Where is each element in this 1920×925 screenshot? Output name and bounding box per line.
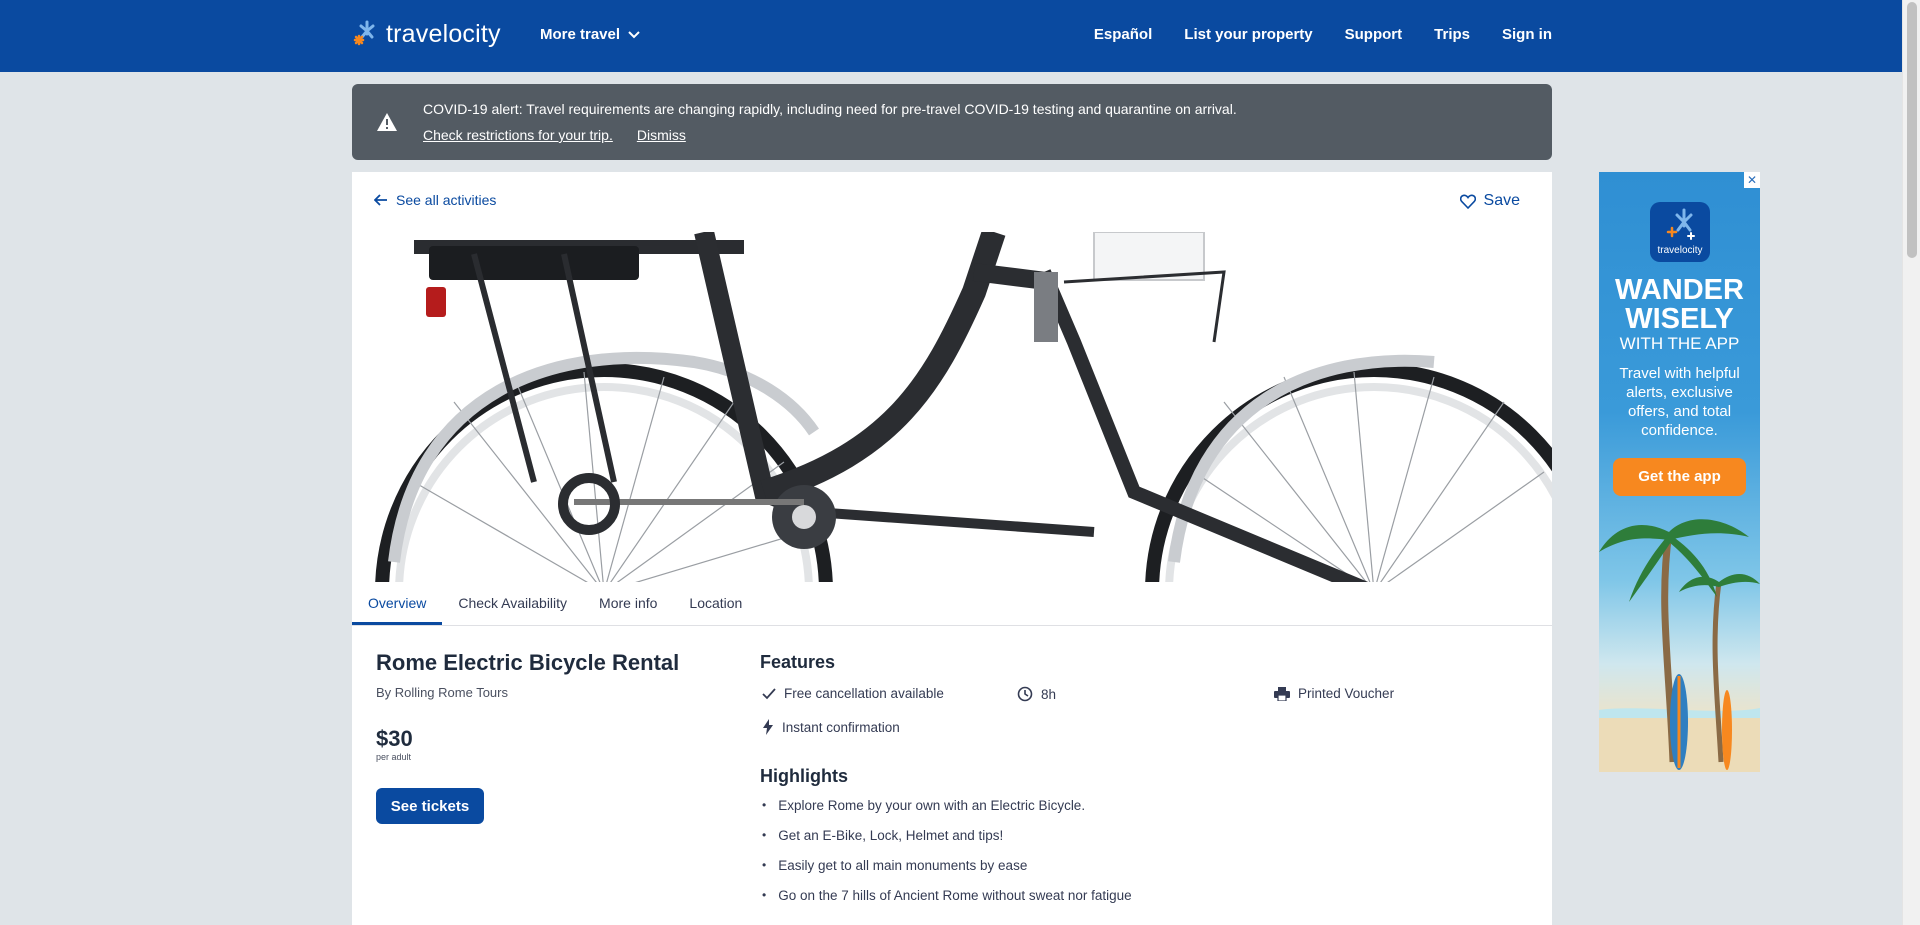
activity-title: Rome Electric Bicycle Rental xyxy=(376,650,680,675)
feature-label: Printed Voucher xyxy=(1298,686,1395,701)
covid-alert-banner: COVID-19 alert: Travel requirements are … xyxy=(352,84,1552,160)
nav-sign-in[interactable]: Sign in xyxy=(1502,26,1552,43)
chevron-down-icon xyxy=(628,30,640,38)
logo-text: travelocity xyxy=(386,19,501,48)
logo-star-icon xyxy=(353,20,375,46)
nav-espanol[interactable]: Español xyxy=(1094,26,1152,43)
dismiss-link[interactable]: Dismiss xyxy=(637,127,686,143)
more-travel-menu[interactable]: More travel xyxy=(540,26,640,43)
nav-list-your-property[interactable]: List your property xyxy=(1184,26,1312,43)
highlight-item: Explore Rome by your own with an Electri… xyxy=(762,798,1132,828)
activity-tabs: Overview Check Availability More info Lo… xyxy=(352,582,1552,626)
arrow-left-icon xyxy=(374,194,387,206)
covid-alert-links: Check restrictions for your trip. Dismis… xyxy=(423,127,686,143)
ad-app-logo: travelocity xyxy=(1650,202,1710,262)
save-label: Save xyxy=(1483,192,1520,209)
check-restrictions-link[interactable]: Check restrictions for your trip. xyxy=(423,127,613,143)
lightning-icon xyxy=(763,719,773,735)
get-the-app-button[interactable]: Get the app xyxy=(1613,458,1746,496)
header-nav: Español List your property Support Trips… xyxy=(1094,26,1552,43)
scrollbar-thumb[interactable] xyxy=(1907,2,1917,258)
feature-label: Instant confirmation xyxy=(782,719,900,735)
heart-icon xyxy=(1459,194,1476,209)
price-unit: per adult xyxy=(376,752,412,762)
activity-price: $30 xyxy=(376,726,413,751)
see-tickets-button[interactable]: See tickets xyxy=(376,788,484,824)
page-scrollbar[interactable] xyxy=(1902,0,1920,925)
tab-more-info[interactable]: More info xyxy=(583,582,673,625)
tab-check-availability[interactable]: Check Availability xyxy=(442,582,583,625)
activity-provider: By Rolling Rome Tours xyxy=(376,685,508,700)
logo-star-icon xyxy=(1666,208,1695,240)
check-icon xyxy=(762,687,776,699)
see-all-activities-link[interactable]: See all activities xyxy=(374,192,496,208)
highlight-item: Go on the 7 hills of Ancient Rome withou… xyxy=(762,888,1131,918)
tab-overview[interactable]: Overview xyxy=(352,582,443,625)
tab-location[interactable]: Location xyxy=(673,582,758,625)
feature-free-cancellation: Free cancellation available xyxy=(762,686,944,701)
features-heading: Features xyxy=(760,652,836,672)
warning-icon xyxy=(377,113,397,131)
top-header: travelocity More travel Español List you… xyxy=(0,0,1902,72)
nav-support[interactable]: Support xyxy=(1345,26,1403,43)
ad-logo-text: travelocity xyxy=(1657,245,1703,256)
save-button[interactable]: Save xyxy=(1459,192,1520,210)
more-travel-label: More travel xyxy=(540,26,621,43)
ad-headline: WANDER WISELY xyxy=(1615,274,1744,335)
feature-label: 8h xyxy=(1041,686,1057,702)
feature-duration: 8h xyxy=(1017,686,1056,702)
activity-card: See all activities Save Overview Check A… xyxy=(352,172,1552,925)
clock-icon xyxy=(1017,686,1033,702)
app-advertisement[interactable]: ✕ travelocity WANDER WISELY WITH THE APP… xyxy=(1599,172,1760,772)
travelocity-logo[interactable]: travelocity xyxy=(352,18,501,50)
highlight-item: Easily get to all main monuments by ease xyxy=(762,858,1132,888)
feature-printed-voucher: Printed Voucher xyxy=(1274,686,1394,701)
highlights-heading: Highlights xyxy=(760,766,848,786)
beach-palm-image xyxy=(1599,519,1760,772)
activity-hero-image[interactable] xyxy=(374,232,1552,582)
back-link-label: See all activities xyxy=(396,192,497,208)
feature-instant-confirmation: Instant confirmation xyxy=(762,719,900,735)
ad-close-icon[interactable]: ✕ xyxy=(1744,172,1760,188)
highlight-item: Get an E-Bike, Lock, Helmet and tips! xyxy=(762,828,1132,858)
highlights-list: Explore Rome by your own with an Electri… xyxy=(762,798,1132,918)
covid-alert-message: COVID-19 alert: Travel requirements are … xyxy=(423,101,1237,117)
ad-body-text: Travel with helpful alerts, exclusive of… xyxy=(1619,365,1740,439)
bicycle-image xyxy=(374,232,1552,582)
feature-label: Free cancellation available xyxy=(784,686,944,701)
nav-trips[interactable]: Trips xyxy=(1434,26,1470,43)
printer-icon xyxy=(1274,686,1290,701)
ad-subheadline: WITH THE APP xyxy=(1619,334,1740,353)
